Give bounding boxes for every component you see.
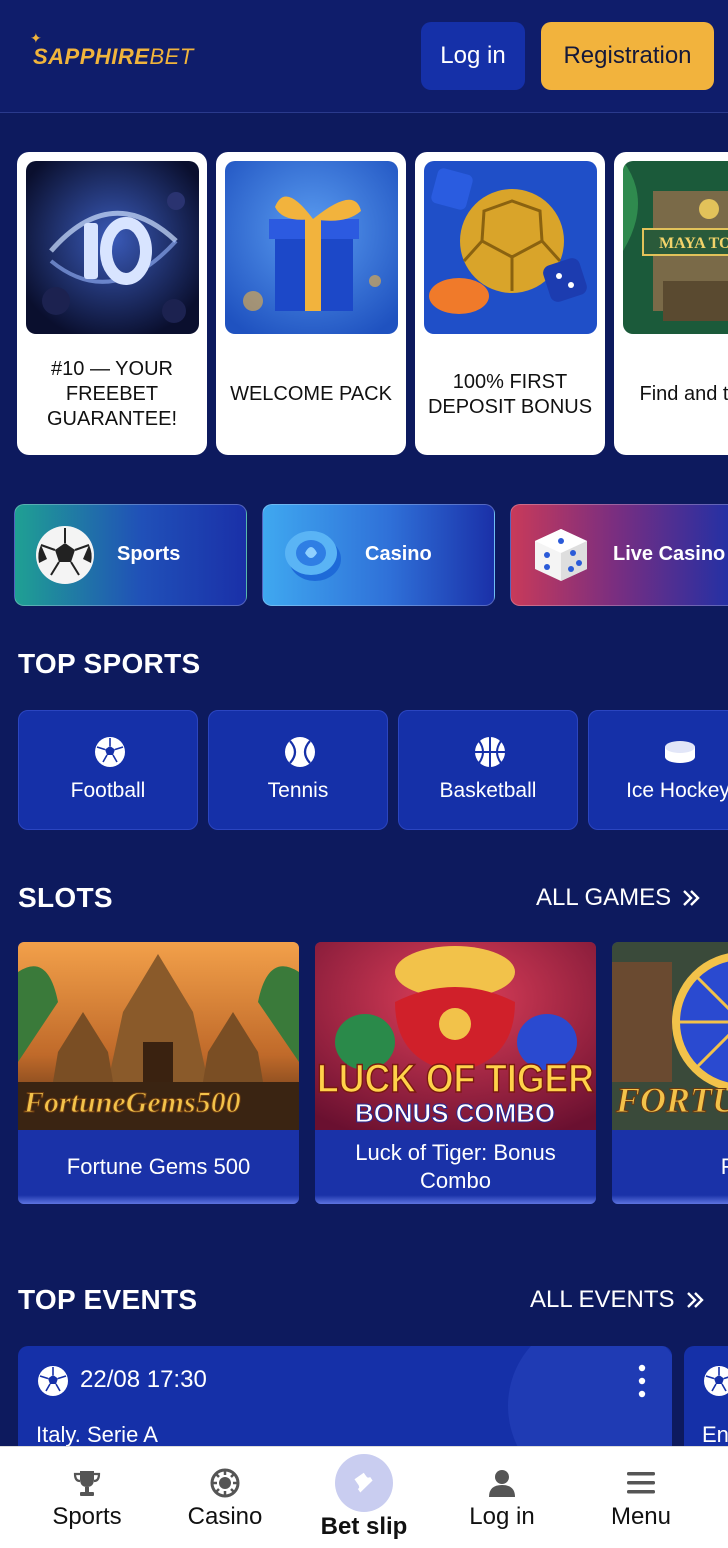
category-tiles: Sports Casino Live Casino	[14, 504, 728, 606]
gift-box-artwork	[225, 161, 398, 334]
soccer-ball-watermark-icon	[508, 1346, 672, 1456]
sport-label: Basketball	[439, 779, 537, 802]
category-label: Live Casino	[613, 543, 726, 565]
slot-name: Luck of Tiger: Bonus Combo	[315, 1130, 596, 1204]
nav-label: Casino	[187, 1503, 263, 1530]
double-chevron-right-icon	[683, 890, 700, 906]
nav-login[interactable]: Log in	[432, 1447, 572, 1548]
basketball-icon	[475, 737, 505, 767]
all-events-link[interactable]: ALL EVENTS	[530, 1286, 705, 1314]
logo-main: SAPPHIRE	[33, 44, 150, 69]
ten-logo-artwork	[26, 161, 199, 334]
tennis-ball-icon	[285, 737, 315, 767]
sport-tile-basketball[interactable]: Basketball	[398, 710, 578, 830]
promo-text: WELCOME PACK	[230, 383, 392, 405]
promo-text: Find and treasu	[639, 383, 728, 405]
slot-name: Fortun	[612, 1130, 728, 1204]
promo-text: #10 — YOUR FREEBET GUARANTEE!	[46, 358, 178, 430]
luck-of-tiger-artwork: LUCK OF TIGER BONUS COMBO	[315, 942, 596, 1130]
sport-label: Tennis	[267, 779, 329, 802]
sport-label: Ice Hockey	[626, 779, 728, 802]
nav-casino[interactable]: Casino	[155, 1447, 295, 1548]
slot-name: Fortune Gems 500	[18, 1130, 299, 1204]
promo-card[interactable]: #10 — YOUR FREEBET GUARANTEE!	[17, 152, 207, 455]
nav-label: Sports	[52, 1503, 122, 1530]
top-sports-list: Football Tennis Basketball Ice Hockey	[18, 710, 728, 830]
soccer-ball-icon	[36, 526, 94, 584]
login-button[interactable]: Log in	[421, 22, 525, 90]
header: ✦ SAPPHIREBET Log in Registration	[0, 0, 728, 113]
nav-label: Bet slip	[320, 1513, 408, 1540]
category-live-casino[interactable]: Live Casino	[510, 504, 728, 606]
more-options-icon[interactable]	[638, 1364, 646, 1398]
casino-chip-icon	[285, 531, 341, 581]
trophy-icon	[73, 1471, 101, 1496]
sport-tile-football[interactable]: Football	[18, 710, 198, 830]
svg-text:FortuneGems500: FortuneGems500	[23, 1086, 241, 1119]
category-sports[interactable]: Sports	[14, 504, 247, 606]
promo-card[interactable]: 100% FIRST DEPOSIT BONUS	[415, 152, 605, 455]
all-games-link[interactable]: ALL GAMES	[536, 884, 701, 912]
nav-label: Menu	[610, 1503, 672, 1530]
hamburger-menu-icon	[627, 1472, 655, 1494]
category-label: Casino	[365, 543, 432, 565]
top-events-title: TOP EVENTS	[18, 1284, 198, 1315]
ticket-icon	[354, 1472, 373, 1493]
event-league: En	[702, 1422, 728, 1447]
category-label: Sports	[117, 543, 181, 565]
event-time: 22/08 17:30	[80, 1366, 207, 1393]
nav-bet-slip[interactable]: Bet slip	[294, 1447, 434, 1548]
sport-tile-tennis[interactable]: Tennis	[208, 710, 388, 830]
promo-text: 100% FIRST DEPOSIT BONUS	[427, 370, 593, 418]
slots-carousel[interactable]: FortuneGems500 Fortune Gems 500 LUCK OF …	[0, 942, 728, 1204]
slot-card[interactable]: FortuneGems500 Fortune Gems 500	[18, 942, 299, 1204]
double-chevron-right-icon	[686, 1292, 704, 1308]
top-sports-title: TOP SPORTS	[18, 648, 201, 679]
fortune-wheel-artwork: FORTUN	[612, 942, 728, 1130]
event-card[interactable]: 22/08 17:30 Italy. Serie A	[18, 1346, 672, 1456]
dice-icon	[535, 529, 587, 581]
hockey-puck-icon	[665, 741, 695, 763]
promo-card[interactable]: WELCOME PACK	[216, 152, 406, 455]
nav-sports[interactable]: Sports	[17, 1447, 157, 1548]
nav-label: Log in	[469, 1503, 535, 1530]
svg-text:MAYA TO: MAYA TO	[659, 235, 728, 252]
nav-menu[interactable]: Menu	[571, 1447, 711, 1548]
casino-chip-icon	[210, 1468, 240, 1498]
soccer-ball-icon	[704, 1366, 728, 1396]
event-league: Italy. Serie A	[36, 1422, 158, 1447]
bottom-navigation: Sports Casino Bet slip Log in Menu	[0, 1446, 728, 1548]
maya-temple-artwork: MAYA TO	[623, 161, 728, 334]
all-events-label: ALL EVENTS	[530, 1286, 675, 1313]
svg-text:FORTUN: FORTUN	[615, 1080, 728, 1120]
fortune-gems-artwork: FortuneGems500	[18, 942, 299, 1130]
all-games-label: ALL GAMES	[536, 884, 672, 911]
registration-button[interactable]: Registration	[541, 22, 714, 90]
slots-title: SLOTS	[18, 882, 113, 913]
sport-tile-ice-hockey[interactable]: Ice Hockey	[588, 710, 728, 830]
promo-card[interactable]: MAYA TO Find and treasu	[614, 152, 728, 455]
slot-card[interactable]: LUCK OF TIGER BONUS COMBO Luck of Tiger:…	[315, 942, 596, 1204]
football-icon	[95, 737, 125, 767]
sport-label: Football	[70, 779, 146, 802]
soccer-ball-icon	[38, 1366, 68, 1396]
category-casino[interactable]: Casino	[262, 504, 495, 606]
svg-text:LUCK OF TIGER: LUCK OF TIGER	[317, 1057, 594, 1101]
sapphirebet-logo[interactable]: ✦ SAPPHIREBET	[30, 30, 193, 78]
event-card[interactable]: En	[684, 1346, 728, 1456]
promo-carousel[interactable]: #10 — YOUR FREEBET GUARANTEE! WELCOME PA…	[17, 152, 728, 455]
svg-text:BONUS COMBO: BONUS COMBO	[355, 1098, 555, 1128]
golden-ball-artwork	[424, 161, 597, 334]
slot-card[interactable]: FORTUN Fortun	[612, 942, 728, 1204]
user-icon	[489, 1470, 515, 1497]
logo-thin: BET	[149, 44, 194, 69]
